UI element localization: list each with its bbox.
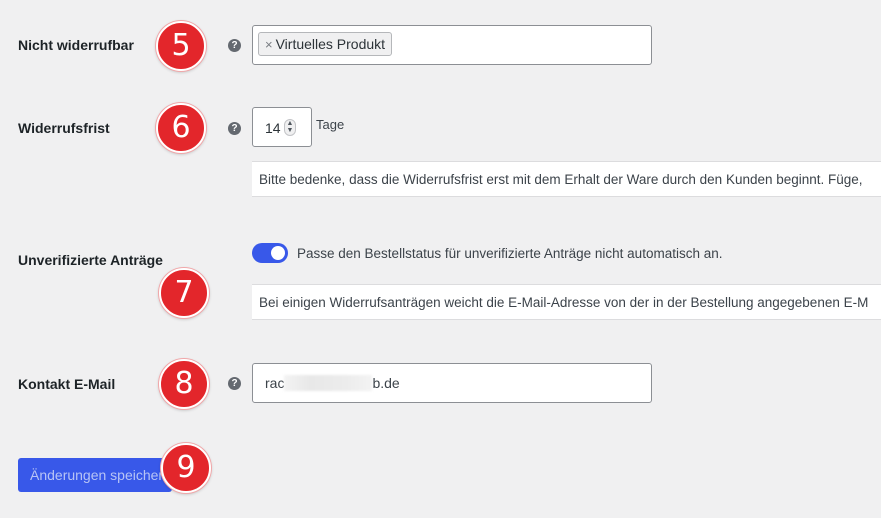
widerrufsfrist-unit: Tage — [316, 117, 345, 132]
kontakt-email-input[interactable]: rac b.de — [252, 363, 652, 403]
redacted-region — [284, 375, 373, 391]
kontakt-email-label: Kontakt E-Mail — [18, 376, 116, 392]
step-marker-8: 8 — [159, 359, 209, 409]
step-marker-7: 7 — [159, 268, 209, 318]
widerrufsfrist-description: Bitte bedenke, dass die Widerrufsfrist e… — [252, 161, 881, 197]
toggle-knob — [271, 246, 285, 260]
spin-down-icon[interactable]: ▼ — [287, 127, 294, 134]
widerrufsfrist-number-input[interactable]: 14 ▲ ▼ — [252, 107, 312, 147]
toggle-label: Passe den Bestellstatus für unverifizier… — [297, 246, 723, 261]
help-icon[interactable]: ? — [228, 377, 241, 390]
unverifizierte-antraege-description: Bei einigen Widerrufsanträgen weicht die… — [252, 284, 881, 320]
help-icon[interactable]: ? — [228, 122, 241, 135]
chip-label: Virtuelles Produkt — [275, 36, 386, 52]
email-value-end: b.de — [372, 375, 400, 391]
close-icon[interactable]: × — [265, 37, 273, 52]
spin-up-icon[interactable]: ▲ — [287, 120, 294, 127]
email-value: rac b.de — [265, 375, 400, 391]
unverifizierte-antraege-label: Unverifizierte Anträge — [18, 252, 163, 268]
step-marker-5: 5 — [156, 21, 206, 71]
selected-chip-virtuelles-produkt: × Virtuelles Produkt — [258, 32, 393, 56]
nicht-widerrufbar-label: Nicht widerrufbar — [18, 37, 134, 53]
widerrufsfrist-value: 14 — [265, 120, 281, 136]
widerrufsfrist-label: Widerrufsfrist — [18, 120, 110, 136]
product-type-select[interactable]: × Virtuelles Produkt — [252, 25, 652, 65]
step-marker-6: 6 — [156, 103, 206, 153]
number-spinner-icon[interactable]: ▲ ▼ — [284, 119, 296, 136]
save-changes-button[interactable]: Änderungen speichern — [18, 458, 172, 492]
help-icon[interactable]: ? — [228, 39, 241, 52]
step-marker-9: 9 — [161, 443, 211, 493]
email-value-start: rac — [265, 375, 285, 391]
unverified-status-toggle[interactable] — [252, 243, 288, 263]
